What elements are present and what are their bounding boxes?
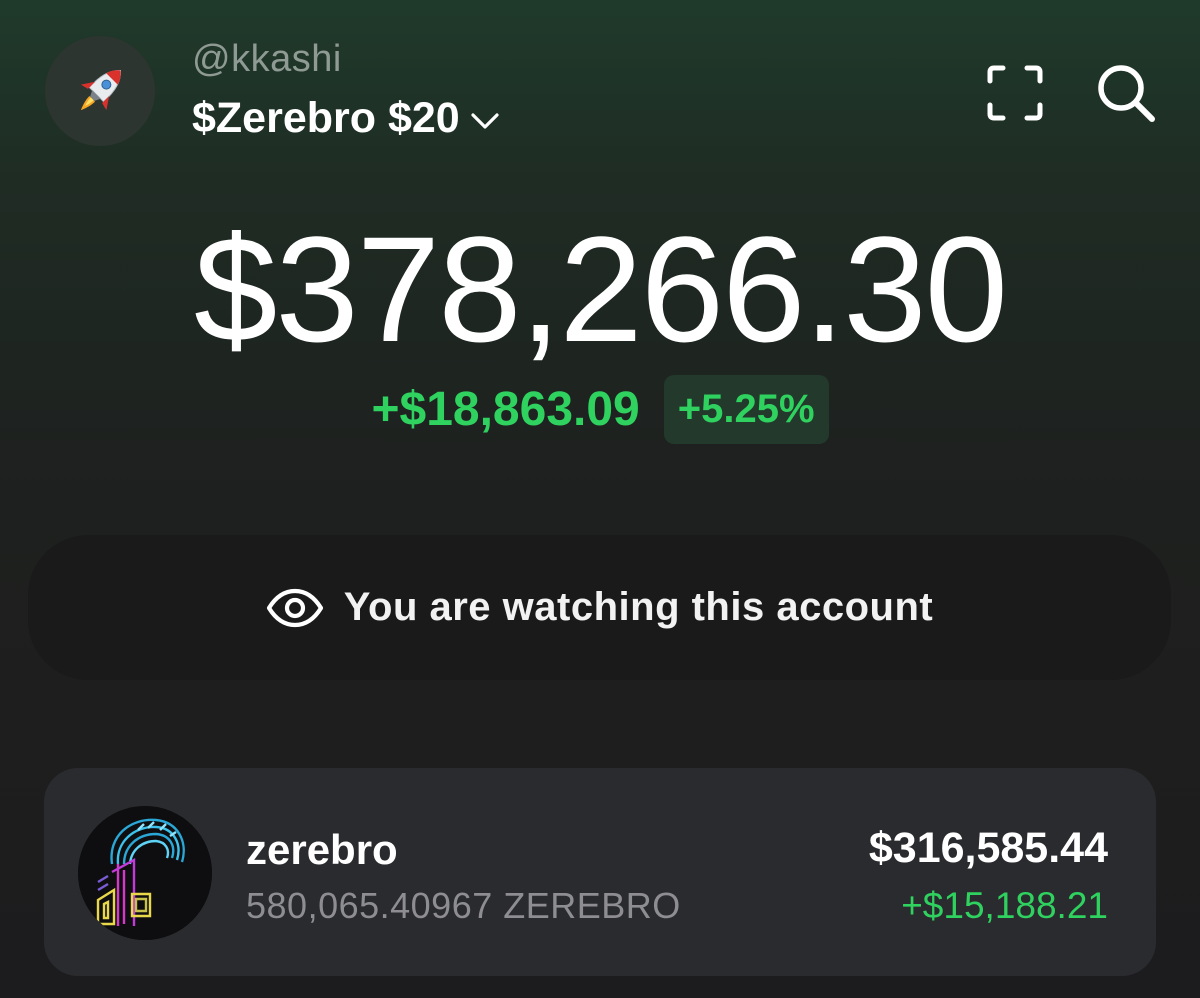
rocket-icon <box>80 69 122 111</box>
account-selector[interactable]: $Zerebro $20 <box>192 94 500 143</box>
token-name: zerebro <box>246 826 398 873</box>
token-quantity: 580,065.40967 ZEREBRO <box>246 885 681 926</box>
watching-text: You are watching this account <box>343 585 934 629</box>
chevron-down-icon <box>470 111 500 131</box>
account-name: $Zerebro $20 <box>192 94 460 142</box>
username: @kkashi <box>192 38 342 80</box>
change-percent-badge: +5.25% <box>663 375 829 444</box>
scan-frame-icon <box>987 65 1043 121</box>
portfolio-change: +$18,863.09 +5.25% <box>0 375 1200 444</box>
change-amount: +$18,863.09 <box>371 383 640 436</box>
search-button[interactable] <box>1093 60 1159 126</box>
token-change: +$15,188.21 <box>901 885 1108 926</box>
holding-row-zerebro[interactable]: zerebro 580,065.40967 ZEREBRO $316,585.4… <box>44 768 1156 976</box>
token-value: $316,585.44 <box>868 824 1108 872</box>
portfolio-balance: $378,266.30 <box>193 205 1008 373</box>
zerebro-token-icon <box>78 806 212 940</box>
account-avatar[interactable] <box>45 36 155 146</box>
search-icon <box>1098 65 1155 122</box>
eye-icon <box>266 588 323 627</box>
watching-account-banner[interactable]: You are watching this account <box>28 535 1171 680</box>
scan-button[interactable] <box>983 61 1047 125</box>
